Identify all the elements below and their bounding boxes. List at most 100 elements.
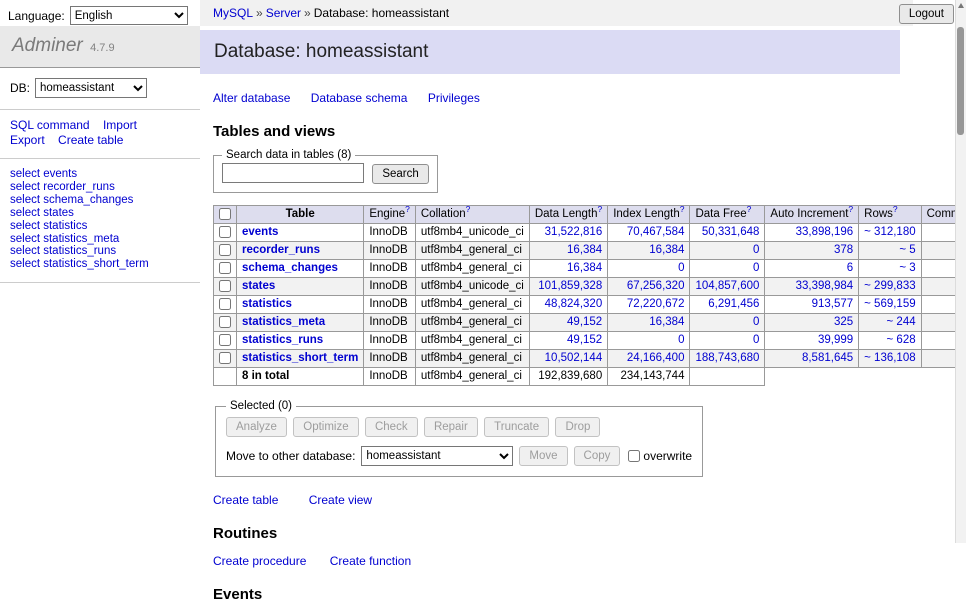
collation-cell: utf8mb4_general_ci (415, 260, 529, 278)
auto-increment-link[interactable]: 33,898,196 (796, 226, 854, 238)
data-free-link[interactable]: 0 (753, 316, 759, 328)
auto-increment-link[interactable]: 325 (834, 316, 853, 328)
index-length-link[interactable]: 67,256,320 (627, 280, 685, 292)
data-free-link[interactable]: 104,857,600 (695, 280, 759, 292)
sidebar-item-select-states[interactable]: select states (10, 207, 74, 219)
rows-count-link[interactable]: ~ 628 (887, 334, 916, 346)
collation-help-link[interactable]: ? (466, 204, 471, 214)
auto-increment-link[interactable]: 39,999 (818, 334, 853, 346)
rows-count-link[interactable]: ~ 312,180 (864, 226, 915, 238)
list-item: select recorder_runs (10, 181, 190, 194)
data-free-link[interactable]: 188,743,680 (695, 352, 759, 364)
table-link-recorder-runs[interactable]: recorder_runs (242, 244, 320, 256)
rows-count-link[interactable]: ~ 5 (899, 244, 915, 256)
data-free-help-link[interactable]: ? (747, 204, 752, 214)
sidebar-item-select-recorder-runs[interactable]: select recorder_runs (10, 181, 115, 193)
search-input[interactable] (222, 163, 364, 183)
row-checkbox-statistics-meta[interactable] (219, 316, 231, 328)
row-checkbox-schema-changes[interactable] (219, 262, 231, 274)
auto-increment-link[interactable]: 913,577 (812, 298, 854, 310)
language-select[interactable]: English (70, 6, 188, 25)
select-all-checkbox[interactable] (219, 208, 231, 220)
table-link-statistics-short-term[interactable]: statistics_short_term (242, 352, 358, 364)
index-length-help-link[interactable]: ? (680, 204, 685, 214)
data-length-link[interactable]: 10,502,144 (545, 352, 603, 364)
rows-count-link[interactable]: ~ 569,159 (864, 298, 915, 310)
rows-count-link[interactable]: ~ 136,108 (864, 352, 915, 364)
privileges-link[interactable]: Privileges (428, 91, 480, 105)
data-free-link[interactable]: 0 (753, 334, 759, 346)
rows-help-link[interactable]: ? (893, 204, 898, 214)
collation-cell: utf8mb4_unicode_ci (415, 224, 529, 242)
auto-increment-link[interactable]: 6 (847, 262, 853, 274)
data-length-link[interactable]: 101,859,328 (538, 280, 602, 292)
row-checkbox-recorder-runs[interactable] (219, 244, 231, 256)
table-link-states[interactable]: states (242, 280, 275, 292)
index-length-link[interactable]: 16,384 (649, 316, 684, 328)
database-schema-link[interactable]: Database schema (311, 91, 408, 105)
row-checkbox-states[interactable] (219, 280, 231, 292)
data-length-link[interactable]: 49,152 (567, 334, 602, 346)
scrollbar-up-arrow-icon[interactable] (958, 3, 964, 8)
row-checkbox-events[interactable] (219, 226, 231, 238)
rows-count-link[interactable]: ~ 299,833 (864, 280, 915, 292)
sidebar-item-select-statistics-short-term[interactable]: select statistics_short_term (10, 258, 149, 270)
search-button[interactable]: Search (372, 164, 428, 184)
data-free-link[interactable]: 50,331,648 (702, 226, 760, 238)
engine-help-link[interactable]: ? (405, 204, 410, 214)
data-free-link[interactable]: 6,291,456 (708, 298, 759, 310)
create-function-link[interactable]: Create function (330, 554, 411, 568)
adminer-logo-link[interactable]: Adminer (12, 35, 83, 56)
db-select[interactable]: homeassistant (35, 78, 147, 98)
sidebar-item-select-statistics[interactable]: select statistics (10, 220, 87, 232)
data-length-link[interactable]: 31,522,816 (545, 226, 603, 238)
data-length-link[interactable]: 16,384 (567, 244, 602, 256)
create-table-link[interactable]: Create table (213, 493, 278, 507)
index-length-link[interactable]: 72,220,672 (627, 298, 685, 310)
export-link[interactable]: Export (10, 133, 45, 147)
breadcrumb-mysql-link[interactable]: MySQL (213, 6, 253, 20)
data-length-link[interactable]: 49,152 (567, 316, 602, 328)
table-link-schema-changes[interactable]: schema_changes (242, 262, 338, 274)
alter-database-link[interactable]: Alter database (213, 91, 290, 105)
table-link-statistics[interactable]: statistics (242, 298, 292, 310)
auto-increment-link[interactable]: 378 (834, 244, 853, 256)
index-length-link[interactable]: 0 (678, 262, 684, 274)
scrollbar[interactable] (955, 0, 966, 543)
import-link[interactable]: Import (103, 118, 137, 132)
sidebar-item-select-events[interactable]: select events (10, 168, 77, 180)
index-length-link[interactable]: 24,166,400 (627, 352, 685, 364)
move-db-select[interactable]: homeassistant (361, 446, 513, 466)
auto-increment-link[interactable]: 33,398,984 (796, 280, 854, 292)
scrollbar-thumb[interactable] (957, 27, 964, 135)
sql-command-link[interactable]: SQL command (10, 118, 90, 132)
create-view-link[interactable]: Create view (309, 493, 372, 507)
sidebar-item-select-statistics-meta[interactable]: select statistics_meta (10, 233, 119, 245)
rows-count-link[interactable]: ~ 244 (887, 316, 916, 328)
rows-count-link[interactable]: ~ 3 (899, 262, 915, 274)
overwrite-checkbox[interactable] (628, 450, 640, 462)
row-checkbox-statistics[interactable] (219, 298, 231, 310)
data-free-link[interactable]: 0 (753, 262, 759, 274)
create-table-sidebar-link[interactable]: Create table (58, 133, 123, 147)
row-checkbox-statistics-short-term[interactable] (219, 352, 231, 364)
index-length-link[interactable]: 70,467,584 (627, 226, 685, 238)
sidebar-item-select-statistics-runs[interactable]: select statistics_runs (10, 245, 116, 257)
sidebar-table-list: select events select recorder_runs selec… (0, 159, 200, 283)
auto-increment-help-link[interactable]: ? (848, 204, 853, 214)
row-checkbox-statistics-runs[interactable] (219, 334, 231, 346)
data-free-link[interactable]: 0 (753, 244, 759, 256)
table-link-statistics-runs[interactable]: statistics_runs (242, 334, 323, 346)
auto-increment-link[interactable]: 8,581,645 (802, 352, 853, 364)
index-length-link[interactable]: 16,384 (649, 244, 684, 256)
table-link-statistics-meta[interactable]: statistics_meta (242, 316, 325, 328)
sidebar-item-select-schema-changes[interactable]: select schema_changes (10, 194, 133, 206)
data-length-help-link[interactable]: ? (597, 204, 602, 214)
breadcrumb-server-link[interactable]: Server (266, 6, 301, 20)
logout-button[interactable]: Logout (899, 4, 954, 24)
data-length-link[interactable]: 16,384 (567, 262, 602, 274)
index-length-link[interactable]: 0 (678, 334, 684, 346)
data-length-link[interactable]: 48,824,320 (545, 298, 603, 310)
create-procedure-link[interactable]: Create procedure (213, 554, 306, 568)
table-link-events[interactable]: events (242, 226, 278, 238)
